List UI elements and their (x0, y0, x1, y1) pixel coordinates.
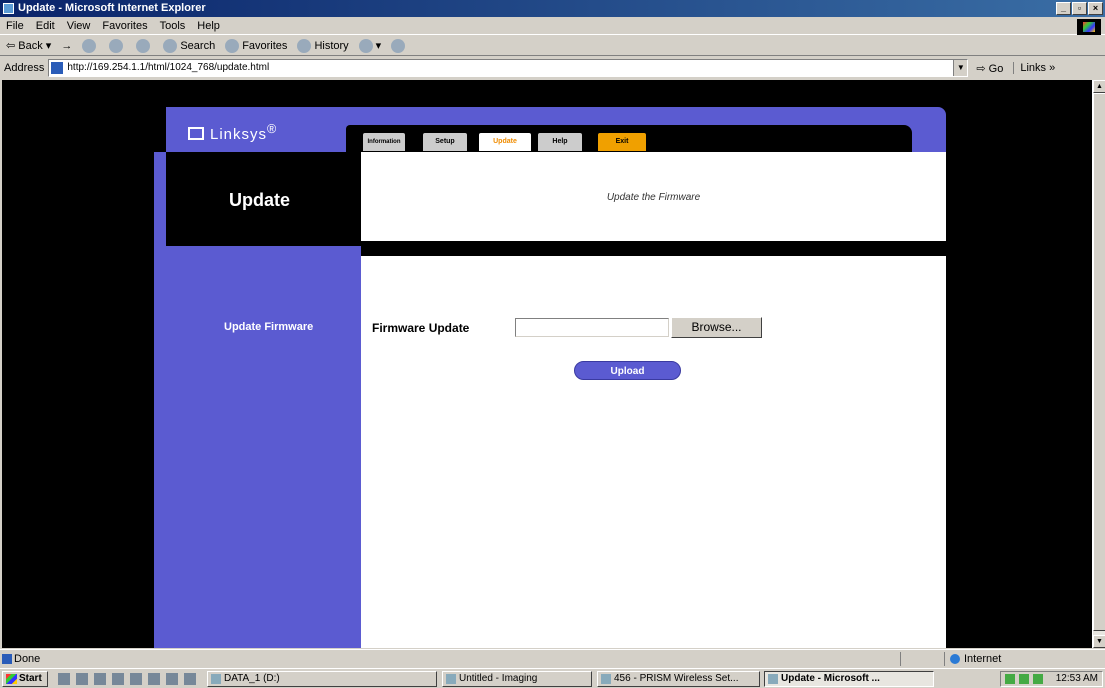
stop-button[interactable] (82, 36, 99, 56)
ie-icon (3, 3, 14, 14)
status-divider (944, 652, 945, 666)
history-button[interactable]: History (297, 36, 349, 56)
maximize-button[interactable]: ▫ (1072, 2, 1087, 15)
quicklaunch-app-icon[interactable] (184, 673, 196, 685)
close-button[interactable]: × (1088, 2, 1103, 15)
tab-information[interactable]: Information (363, 133, 405, 151)
taskbar-item[interactable]: Untitled - Imaging (442, 671, 592, 687)
status-text: Done (14, 653, 41, 665)
content-panel (361, 256, 946, 648)
quicklaunch-app-icon[interactable] (130, 673, 142, 685)
refresh-button[interactable] (109, 36, 126, 56)
browse-button[interactable]: Browse... (671, 317, 762, 338)
window-title: Update - Microsoft Internet Explorer (18, 2, 206, 14)
page-viewport: Linksys® Information Setup Update Help E… (2, 80, 1092, 648)
taskbar-item-active[interactable]: Update - Microsoft ... (764, 671, 934, 687)
menu-tools[interactable]: Tools (160, 17, 186, 34)
quicklaunch-desktop-icon[interactable] (94, 673, 106, 685)
taskbar-item[interactable]: 456 - PRISM Wireless Set... (597, 671, 760, 687)
tab-update[interactable]: Update (479, 133, 531, 151)
mail-icon (358, 38, 373, 53)
quicklaunch-app-icon[interactable] (166, 673, 178, 685)
scroll-down-icon[interactable]: ▼ (1093, 635, 1105, 648)
firmware-update-label: Firmware Update (372, 321, 470, 335)
scroll-thumb[interactable] (1093, 93, 1105, 631)
quicklaunch-ie-icon[interactable] (76, 673, 88, 685)
print-button[interactable] (391, 36, 408, 56)
links-button[interactable]: Links » (1013, 62, 1055, 74)
page-icon (51, 62, 64, 74)
menu-edit[interactable]: Edit (36, 17, 55, 34)
menu-help[interactable]: Help (197, 17, 220, 34)
back-arrow-icon: ⇦ (6, 39, 19, 52)
standard-toolbar: ⇦ Back ▾ → Search Favorites History ▾ (0, 36, 1105, 56)
section-title: Update (229, 190, 291, 210)
search-icon (163, 38, 178, 53)
minimize-button[interactable]: _ (1056, 2, 1071, 15)
address-label: Address (4, 62, 45, 74)
page-done-icon (2, 654, 12, 664)
internet-zone: Internet (950, 650, 1001, 668)
tray-app-icon[interactable] (1033, 674, 1043, 684)
address-url: http://169.254.1.1/html/1024_768/update.… (67, 62, 270, 73)
windows-logo-icon (1077, 19, 1101, 35)
clock: 12:53 AM (1055, 673, 1098, 684)
go-button[interactable]: ⇨ Go (976, 62, 1003, 75)
forward-button[interactable]: → (61, 36, 72, 56)
address-dropdown-icon[interactable]: ▼ (953, 60, 968, 76)
quicklaunch-app-icon[interactable] (112, 673, 124, 685)
home-button[interactable] (136, 36, 153, 56)
quicklaunch-app-icon[interactable] (148, 673, 160, 685)
menu-view[interactable]: View (67, 17, 91, 34)
taskbar: Start DATA_1 (D:) Untitled - Imaging 456… (0, 668, 1105, 688)
linksys-logo-icon (188, 127, 204, 140)
vertical-scrollbar[interactable]: ▲ ▼ (1092, 80, 1105, 648)
address-bar: Address http://169.254.1.1/html/1024_768… (0, 57, 1105, 79)
status-divider (900, 652, 901, 666)
tray-network-icon[interactable] (1005, 674, 1015, 684)
title-bar: Update - Microsoft Internet Explorer _ ▫… (0, 0, 1105, 17)
section-subtitle: Update the Firmware (606, 192, 701, 203)
system-tray: 12:53 AM (1000, 671, 1103, 687)
menu-bar: File Edit View Favorites Tools Help (0, 17, 1105, 35)
firmware-file-input[interactable] (515, 318, 669, 337)
start-button[interactable]: Start (2, 671, 48, 687)
taskbar-item[interactable]: DATA_1 (D:) (207, 671, 437, 687)
refresh-icon (109, 38, 124, 53)
browser-window: Update - Microsoft Internet Explorer _ ▫… (0, 0, 1105, 688)
quicklaunch-outlook-icon[interactable] (58, 673, 70, 685)
tab-help[interactable]: Help (538, 133, 582, 151)
menu-file[interactable]: File (6, 17, 24, 34)
stop-icon (82, 38, 97, 53)
scroll-up-icon[interactable]: ▲ (1093, 80, 1105, 93)
history-icon (297, 38, 312, 53)
search-button[interactable]: Search (163, 36, 215, 56)
tab-setup[interactable]: Setup (423, 133, 467, 151)
linksys-logo: Linksys® (188, 122, 277, 143)
address-input[interactable]: http://169.254.1.1/html/1024_768/update.… (48, 59, 969, 77)
menu-favorites[interactable]: Favorites (102, 17, 147, 34)
window-controls: _ ▫ × (1056, 2, 1103, 15)
print-icon (391, 38, 406, 53)
favorites-icon (225, 38, 240, 53)
home-icon (136, 38, 151, 53)
tray-volume-icon[interactable] (1019, 674, 1029, 684)
tab-exit[interactable]: Exit (598, 133, 646, 151)
back-button[interactable]: ⇦ Back ▾ (6, 36, 51, 56)
upload-button[interactable]: Upload (574, 361, 681, 380)
go-arrow-icon: ⇨ (976, 62, 989, 75)
sidebar-label-update-firmware: Update Firmware (224, 321, 314, 333)
status-bar: Done Internet (0, 649, 1105, 667)
favorites-button[interactable]: Favorites (225, 36, 287, 56)
mail-button[interactable]: ▾ (358, 36, 381, 56)
